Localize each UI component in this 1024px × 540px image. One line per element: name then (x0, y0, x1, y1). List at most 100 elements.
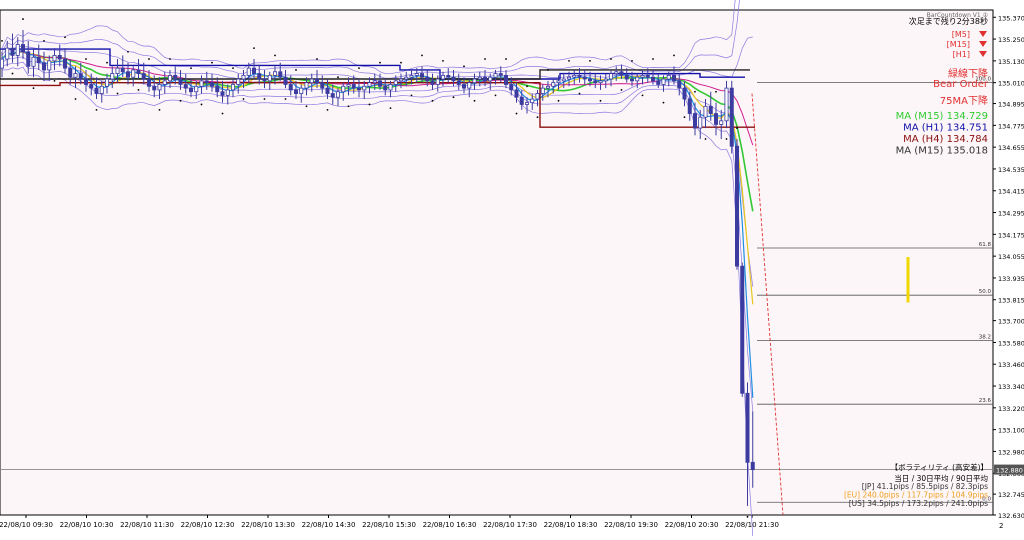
candle-body (225, 89, 230, 96)
y-axis-label: 133.220 (998, 405, 1024, 413)
sar-dot (11, 72, 14, 75)
candle-body (687, 98, 692, 114)
y-axis-label: 134.055 (998, 253, 1024, 261)
timeframe-marker-label: [M15] (947, 40, 970, 49)
candle-body (157, 84, 162, 91)
candle-body (31, 56, 36, 67)
y-axis-label: 135.370 (998, 14, 1024, 22)
sar-dot (221, 112, 224, 115)
candle-body (383, 85, 388, 91)
price-chart[interactable]: 135.370 135.250 135.130 135.010 134.895 134.7… (0, 0, 1024, 537)
candle-body (288, 84, 293, 91)
sar-dot (74, 98, 77, 100)
timeframe-marker-label: [H1] (953, 50, 970, 59)
candle-body (236, 78, 241, 85)
candle-body (330, 93, 335, 98)
sar-dot (694, 90, 696, 93)
candle-body (735, 145, 740, 267)
sar-dot (106, 61, 108, 64)
candle-body (677, 80, 682, 89)
chart-container[interactable]: 135.370 135.250 135.130 135.010 134.895 134.7… (0, 0, 1024, 537)
candle-body (546, 85, 551, 89)
signal-line-3: 75MA下降 (940, 94, 988, 107)
sar-dot (610, 58, 612, 60)
sar-dot (641, 94, 644, 97)
candle-body (719, 120, 724, 125)
candle-body (577, 74, 582, 78)
fib-level-label: 23.6 (979, 398, 992, 404)
candle-body (551, 82, 556, 87)
sar-dot (347, 105, 350, 108)
sar-dot (368, 103, 371, 106)
candle-body (456, 80, 461, 85)
candle-body (320, 82, 325, 89)
y-axis-label: 133.580 (998, 339, 1024, 347)
candle-body (693, 113, 698, 129)
candle-body (47, 60, 52, 71)
candle-body (729, 87, 734, 147)
candle-body (351, 84, 356, 89)
y-axis-label: 134.775 (998, 122, 1024, 130)
sar-dot (116, 92, 119, 95)
candle-body (388, 84, 393, 91)
sar-dot (358, 67, 360, 70)
candle-body (36, 56, 41, 64)
x-axis-label: 22/08/10 15:30 (362, 521, 416, 529)
sar-dot (599, 99, 602, 102)
sar-dot (421, 54, 423, 57)
candle-body (167, 74, 172, 82)
sar-dot (95, 109, 98, 111)
sar-dot (400, 61, 402, 64)
sar-dot (568, 59, 570, 62)
candle-body (299, 87, 304, 94)
sar-dot (442, 59, 444, 62)
candle-body (362, 85, 367, 91)
candle-body (63, 58, 68, 69)
y-axis-label: 135.010 (998, 80, 1024, 88)
sar-dot (536, 116, 539, 119)
candle-body (57, 55, 62, 60)
candle-body (556, 80, 561, 84)
candle-body (68, 67, 73, 78)
candle-body (230, 84, 235, 91)
countdown-text: 次足まで残り2分38秒 (909, 16, 988, 26)
candle-body (15, 44, 20, 56)
candle-body (199, 80, 204, 87)
candle-body (398, 78, 403, 82)
candle-body (52, 55, 57, 62)
candle-body (635, 76, 640, 82)
y-axis-label: 135.130 (998, 58, 1024, 66)
candle-body (493, 73, 498, 78)
candle-body (188, 87, 193, 93)
candle-body (220, 91, 225, 96)
candle-body (94, 87, 99, 94)
candle-body (614, 71, 619, 74)
candle-body (141, 73, 146, 80)
candle-body (582, 76, 587, 80)
candle-body (603, 78, 608, 82)
y-axis-label: 133.340 (998, 383, 1024, 391)
sar-dot (484, 58, 486, 60)
candle-body (640, 74, 645, 78)
sar-dot (673, 54, 675, 57)
sar-dot (620, 89, 623, 91)
candle-body (146, 78, 151, 87)
x-axis-label: 22/08/10 20:30 (665, 521, 719, 529)
candle-body (498, 73, 503, 76)
y-axis-label: 134.535 (998, 166, 1024, 174)
candle-body (561, 78, 566, 82)
candle-body (26, 51, 31, 67)
sar-dot (715, 90, 717, 93)
sar-dot (32, 87, 35, 90)
candle-body (73, 73, 78, 78)
candle-body (414, 73, 419, 76)
sar-dot (379, 61, 381, 64)
candle-body (10, 47, 15, 56)
volatility-title: 【ボラティリティ (高安差)】 (891, 462, 988, 472)
candle-body (393, 80, 398, 85)
sar-dot (736, 127, 738, 129)
candle-body (120, 67, 125, 73)
volatility-row: [US] 34.5pips / 173.2pips / 241.0pips (849, 499, 988, 508)
candle-body (173, 74, 178, 80)
sar-dot (389, 107, 392, 109)
